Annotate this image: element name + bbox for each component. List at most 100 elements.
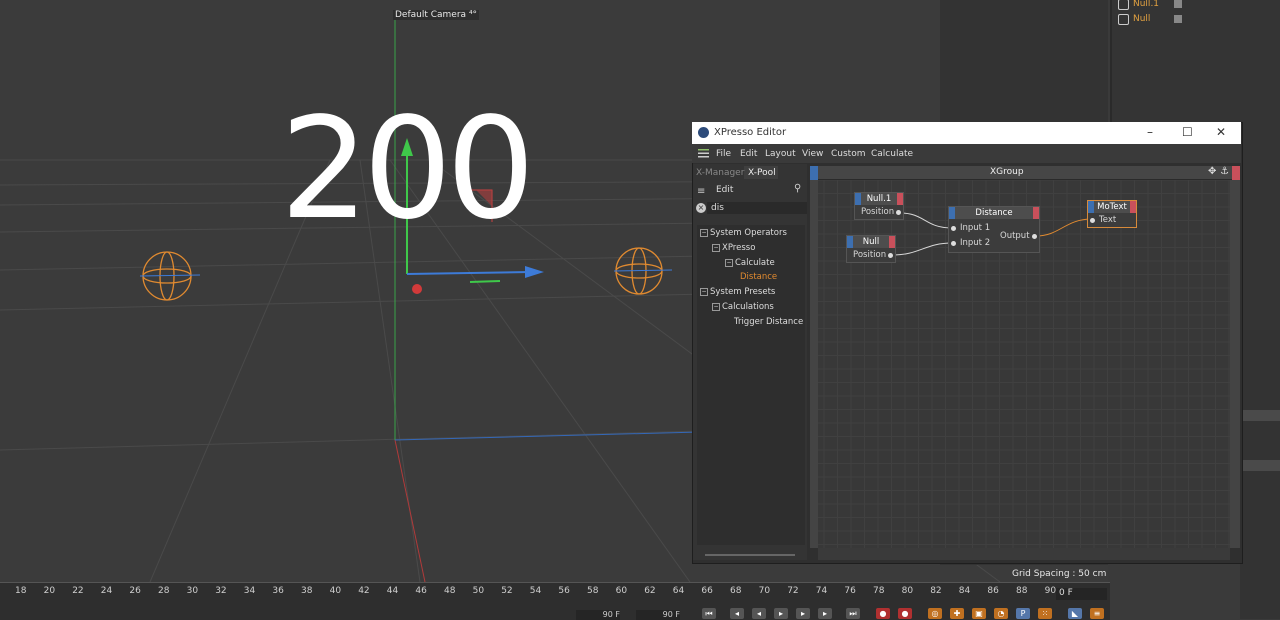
node-output-menu[interactable] [1033, 207, 1039, 219]
pool-search-input[interactable]: dis [707, 202, 807, 214]
timeline-tick-label: 74 [815, 586, 828, 596]
xgroup-output-port[interactable] [1232, 166, 1240, 180]
tab-x-manager[interactable]: X-Manager [696, 168, 744, 178]
timeline-tick-label: 82 [930, 586, 942, 596]
timeline-tick-label: 22 [72, 586, 84, 596]
attribute-row[interactable] [1242, 460, 1280, 471]
xgroup-title: XGroup [990, 167, 1024, 177]
collapse-icon[interactable]: − [712, 302, 720, 311]
timeline-tick-label: 48 [444, 586, 456, 596]
node-input-menu[interactable] [847, 236, 853, 248]
node-null[interactable]: Null Position [846, 235, 896, 263]
collapse-icon[interactable]: − [700, 228, 708, 237]
window-title: XPresso Editor [714, 127, 787, 138]
node-title: Distance [949, 207, 1039, 219]
timeline-tick-label: 50 [472, 586, 485, 596]
gizmo-z-arrow[interactable] [525, 266, 544, 278]
collapse-icon[interactable]: − [725, 258, 733, 267]
node-null1[interactable]: Null.1 Position [854, 192, 904, 220]
output-port-dot[interactable] [1032, 234, 1037, 239]
key-rotation-button[interactable]: ◔ [994, 608, 1008, 619]
gizmo-z-handle[interactable] [406, 271, 531, 275]
xgroup-input-port[interactable] [810, 166, 818, 180]
node-output-menu[interactable] [897, 193, 903, 205]
tree-item-xpresso[interactable]: − XPresso [712, 243, 755, 253]
output-port-dot[interactable] [896, 210, 901, 215]
pool-horizontal-scrollbar[interactable] [697, 552, 805, 558]
key-parameter-button[interactable]: P [1016, 608, 1030, 619]
node-input-menu[interactable] [855, 193, 861, 205]
timeline-tick-label: 38 [301, 586, 313, 596]
close-icon[interactable]: ✕ [1216, 125, 1226, 139]
input1-port-dot[interactable] [951, 226, 956, 231]
move-icon[interactable]: ✥ [1208, 166, 1216, 177]
tree-item-calculate[interactable]: − Calculate [725, 258, 775, 268]
tab-x-pool[interactable]: X-Pool [748, 168, 776, 178]
node-input-menu[interactable] [1088, 201, 1094, 213]
timeline-tick-label: 24 [100, 586, 113, 596]
record-button[interactable]: ● [876, 608, 890, 619]
output-port-dot[interactable] [888, 253, 893, 258]
node-output-menu[interactable] [889, 236, 895, 248]
tree-item-system-presets[interactable]: − System Presets [700, 287, 775, 297]
object-item-null[interactable]: Null [1118, 13, 1182, 25]
input2-port-dot[interactable] [951, 241, 956, 246]
xgroup-header[interactable] [810, 166, 1240, 180]
maximize-icon[interactable]: ☐ [1182, 125, 1193, 139]
menu-custom[interactable]: Custom [831, 149, 865, 159]
tree-item-calculations[interactable]: − Calculations [712, 302, 774, 312]
menu-layout[interactable]: Layout [765, 149, 796, 159]
key-position-button[interactable]: ✚ [950, 608, 964, 619]
visibility-checkbox[interactable] [1174, 15, 1182, 23]
interpolation-button[interactable]: ◣ [1068, 608, 1082, 619]
clear-search-icon[interactable]: × [696, 203, 706, 213]
anchor-icon[interactable]: ⚓ [1220, 166, 1229, 177]
object-item-null1[interactable]: Null.1 [1118, 0, 1182, 10]
menu-file[interactable]: File [716, 149, 731, 159]
timeline-tick-label: 56 [558, 586, 570, 596]
timeline-tick-label: 64 [672, 586, 685, 596]
tree-item-system-operators[interactable]: − System Operators [700, 228, 787, 238]
node-motext[interactable]: MoText Text [1087, 200, 1137, 228]
menu-calculate[interactable]: Calculate [871, 149, 913, 159]
input-port-dot[interactable] [1090, 218, 1095, 223]
auto-key-button[interactable]: ● [898, 608, 912, 619]
collapse-icon[interactable]: − [700, 287, 708, 296]
node-input-menu[interactable] [949, 207, 955, 219]
hamburger-icon[interactable]: ≡ [697, 186, 705, 197]
key-selection-button[interactable]: ◎ [928, 608, 942, 619]
timeline-tick-label: 80 [901, 586, 914, 596]
gizmo-plane-handle[interactable] [469, 280, 501, 283]
visibility-checkbox[interactable] [1174, 0, 1182, 8]
play-button[interactable]: ▸ [774, 608, 788, 619]
menu-edit[interactable]: Edit [740, 149, 757, 159]
pool-edit-menu[interactable]: Edit [716, 185, 733, 195]
goto-start-button[interactable]: ⏮ [702, 608, 716, 619]
timeline-menu-button[interactable]: ≡ [1090, 608, 1104, 619]
next-frame-button[interactable]: ▸ [796, 608, 810, 619]
key-pla-button[interactable]: ⁙ [1038, 608, 1052, 619]
gizmo-x-handle[interactable] [412, 284, 422, 294]
prev-key-button[interactable]: ◂ [730, 608, 744, 619]
timeline-tick-label: 36 [272, 586, 284, 596]
goto-end-button[interactable]: ⏭ [846, 608, 860, 619]
minimize-icon[interactable]: – [1147, 125, 1153, 139]
attribute-row[interactable] [1242, 410, 1280, 421]
key-scale-button[interactable]: ▣ [972, 608, 986, 619]
xpresso-title-bar[interactable]: XPresso Editor – ☐ ✕ [692, 122, 1241, 144]
camera-label[interactable]: Default Camera ⁴° [393, 10, 480, 20]
next-key-button[interactable]: ▸ [818, 608, 832, 619]
node-distance[interactable]: Distance Input 1 Input 2 Output [948, 206, 1040, 253]
menu-view[interactable]: View [802, 149, 823, 159]
motext-object[interactable]: 200 [280, 100, 535, 240]
timeline-tick-label: 46 [415, 586, 427, 596]
node-output-menu[interactable] [1130, 201, 1136, 213]
current-frame-field[interactable]: 0 F [1056, 588, 1107, 600]
port-input1: Input 1 [960, 223, 991, 233]
menu-lines-icon[interactable] [698, 149, 709, 158]
collapse-icon[interactable]: − [712, 243, 720, 252]
tree-item-trigger-distance[interactable]: Trigger Distance [734, 317, 803, 327]
search-icon[interactable]: ⚲ [794, 183, 801, 194]
tree-item-distance[interactable]: Distance [740, 272, 777, 282]
prev-frame-button[interactable]: ◂ [752, 608, 766, 619]
